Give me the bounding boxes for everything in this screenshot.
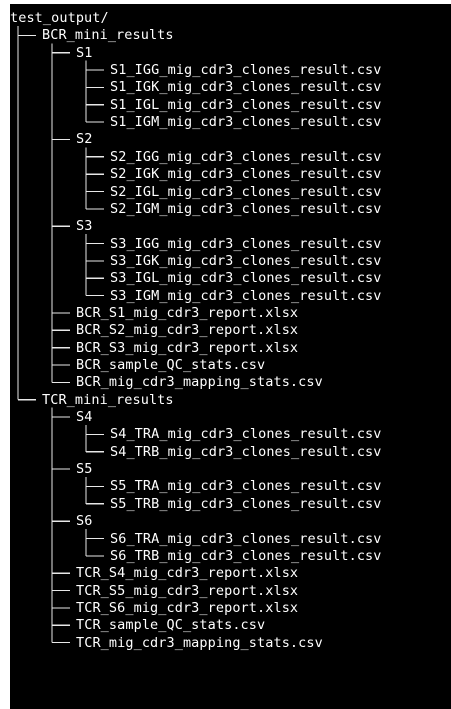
tree-file-item: TCR_sample_QC_stats.csv xyxy=(76,617,266,634)
tree-group-dir: BCR_mini_results xyxy=(42,27,174,44)
tree-file-item: TCR_mig_cdr3_mapping_stats.csv xyxy=(76,634,323,651)
tree-sample-dir: S1 xyxy=(76,44,93,61)
tree-group-dir: TCR_mini_results xyxy=(42,391,174,408)
tree-sample-dir: S2 xyxy=(76,131,93,148)
tree-file-item: S5_TRA_mig_cdr3_clones_result.csv xyxy=(110,478,382,495)
tree-file-item: S2_IGL_mig_cdr3_clones_result.csv xyxy=(110,183,382,200)
tree-sample-dir: S4 xyxy=(76,409,93,426)
tree-sample-dir: S6 xyxy=(76,513,93,530)
tree-file-item: TCR_S5_mig_cdr3_report.xlsx xyxy=(76,582,299,599)
tree-file-item: S2_IGG_mig_cdr3_clones_result.csv xyxy=(110,148,382,165)
tree-file-item: S3_IGG_mig_cdr3_clones_result.csv xyxy=(110,235,382,252)
tree-file-item: S3_IGM_mig_cdr3_clones_result.csv xyxy=(110,287,382,304)
terminal-window: test_output/BCR_mini_results S1 S1_IGG_mig… xyxy=(10,4,451,709)
tree-file-item: TCR_S6_mig_cdr3_report.xlsx xyxy=(76,599,299,616)
tree-file-item: S4_TRA_mig_cdr3_clones_result.csv xyxy=(110,426,382,443)
tree-file-item: S3_IGK_mig_cdr3_clones_result.csv xyxy=(110,252,382,269)
tree-sample-dir: S5 xyxy=(76,461,93,478)
tree-file-item: BCR_mig_cdr3_mapping_stats.csv xyxy=(76,374,323,391)
tree-file-item: S2_IGM_mig_cdr3_clones_result.csv xyxy=(110,200,382,217)
tree-file-item: S1_IGL_mig_cdr3_clones_result.csv xyxy=(110,96,382,113)
tree-file-item: S5_TRB_mig_cdr3_clones_result.csv xyxy=(110,495,382,512)
tree-file-item: S1_IGG_mig_cdr3_clones_result.csv xyxy=(110,62,382,79)
tree-sample-dir: S3 xyxy=(76,218,93,235)
tree-file-item: BCR_sample_QC_stats.csv xyxy=(76,357,266,373)
tree-file-item: S2_IGK_mig_cdr3_clones_result.csv xyxy=(110,166,382,183)
tree-file-item: BCR_S2_mig_cdr3_report.xlsx xyxy=(76,322,299,339)
tree-file-item: S4_TRB_mig_cdr3_clones_result.csv xyxy=(110,443,382,460)
tree-file-item: S1_IGM_mig_cdr3_clones_result.csv xyxy=(110,114,382,131)
tree-file-item: S1_IGK_mig_cdr3_clones_result.csv xyxy=(110,79,382,96)
tree-file-item: S6_TRB_mig_cdr3_clones_result.csv xyxy=(110,547,382,564)
tree-file-item: BCR_S1_mig_cdr3_report.xlsx xyxy=(76,304,299,321)
tree-file-item: TCR_S4_mig_cdr3_report.xlsx xyxy=(76,565,299,582)
tree-root-dir: test_output/ xyxy=(10,10,109,26)
tree-file-item: S6_TRA_mig_cdr3_clones_result.csv xyxy=(110,530,382,547)
tree-file-item: BCR_S3_mig_cdr3_report.xlsx xyxy=(76,339,299,356)
tree-file-item: S3_IGL_mig_cdr3_clones_result.csv xyxy=(110,270,382,287)
